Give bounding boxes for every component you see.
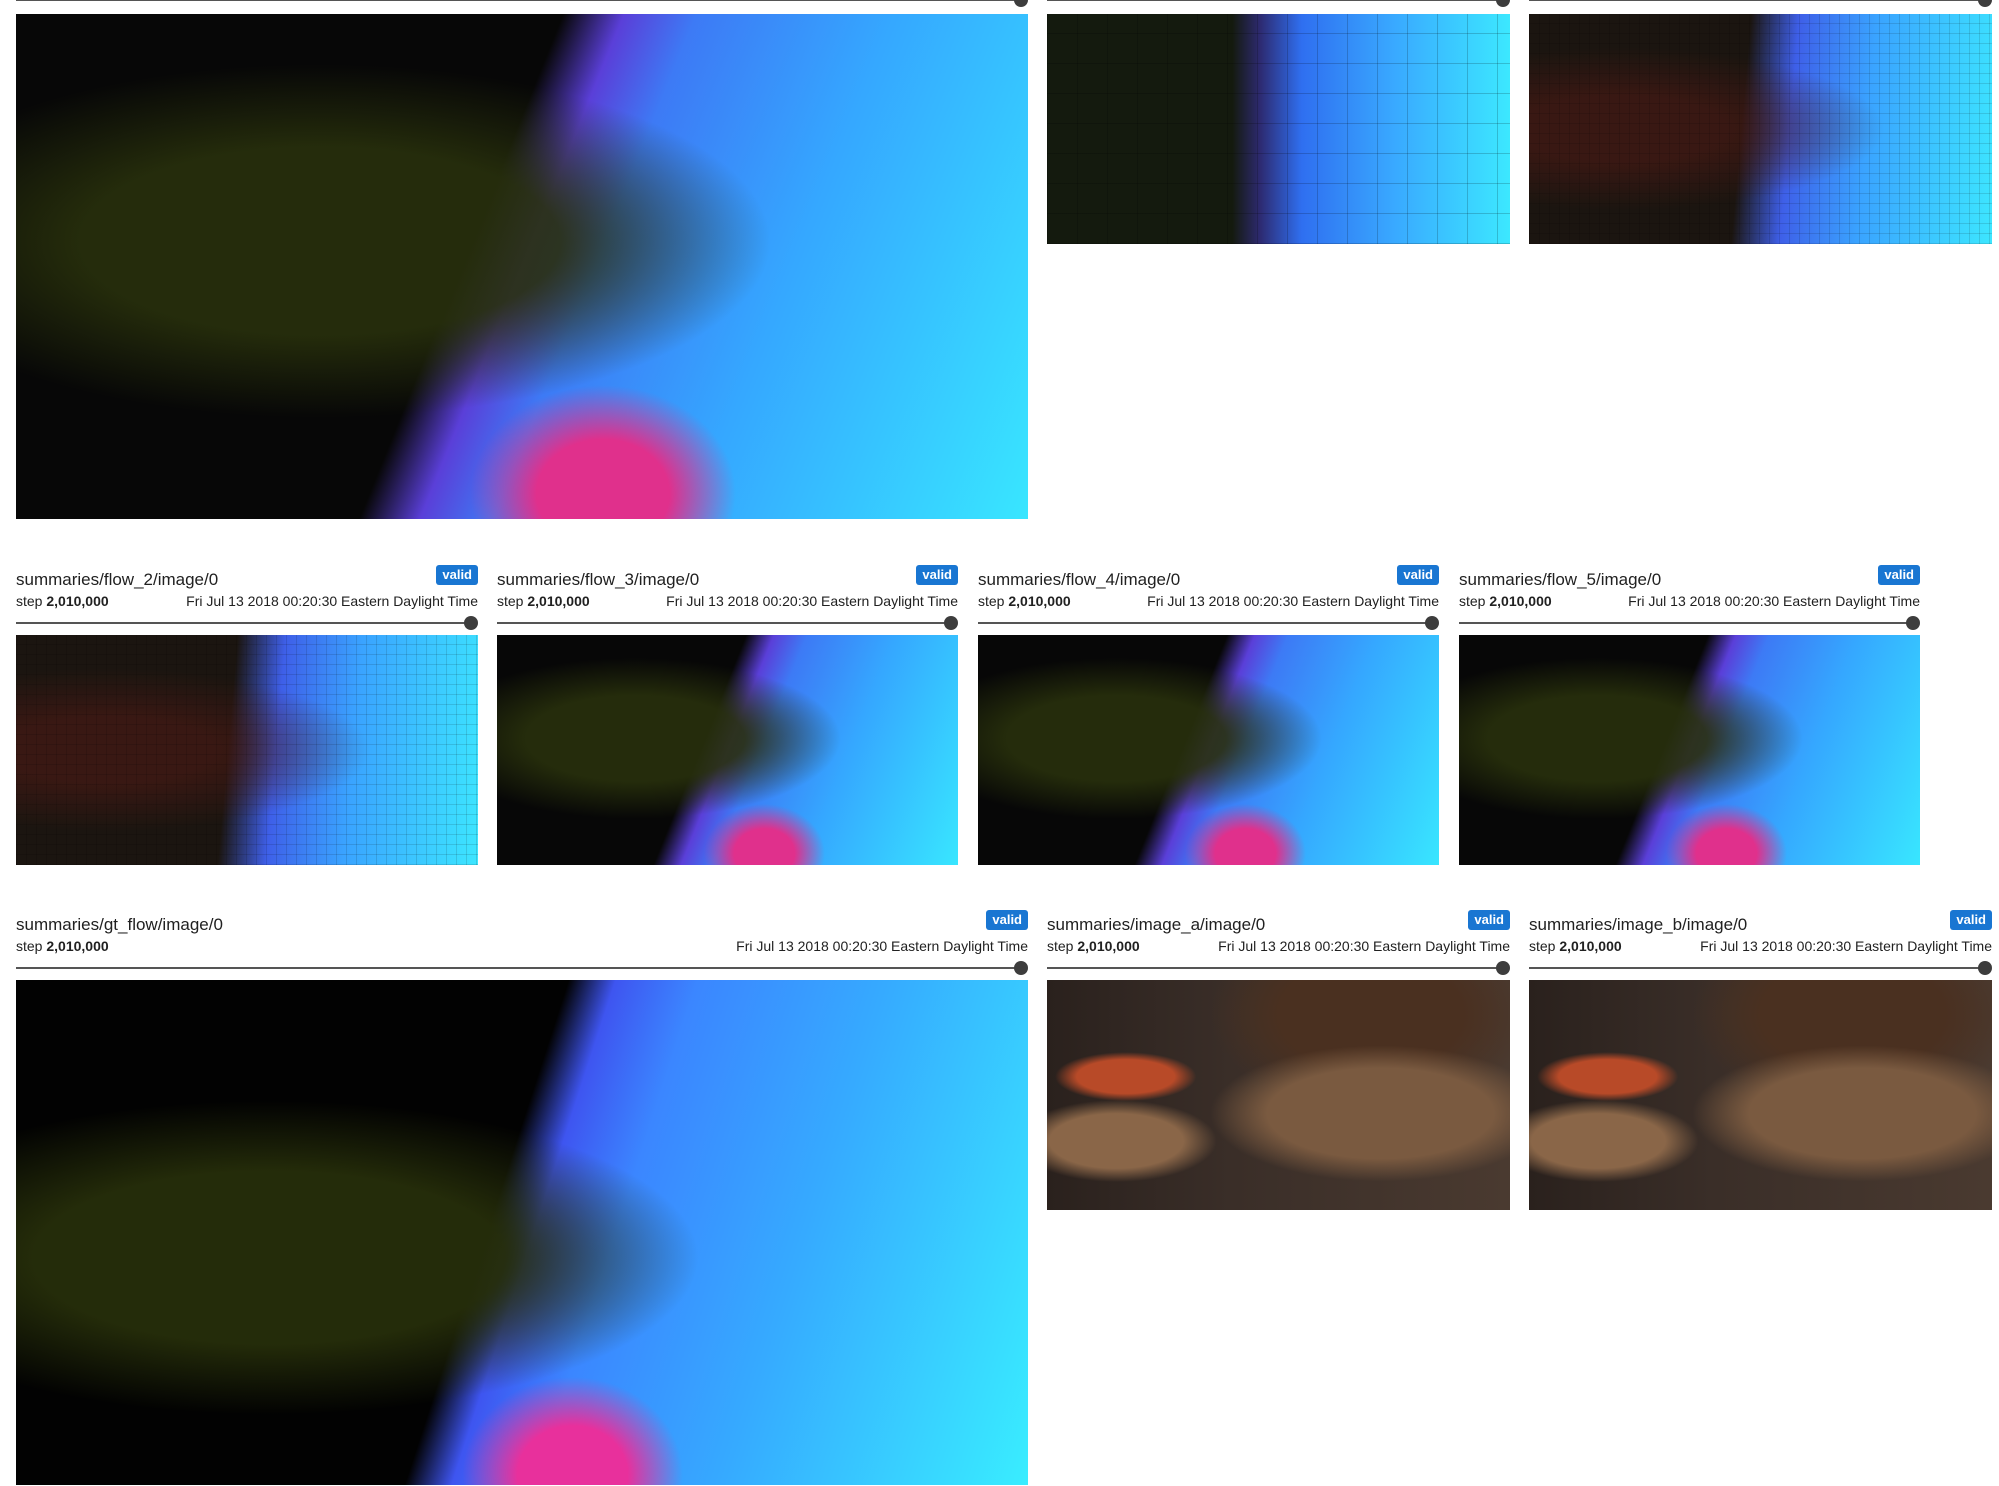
step-value: 2,010,000 <box>1077 938 1140 954</box>
flow-image <box>16 635 478 865</box>
card-title: summaries/flow_3/image/0 <box>497 570 700 589</box>
step-value: 2,010,000 <box>46 938 109 954</box>
slider-track <box>497 622 952 624</box>
slider-thumb[interactable] <box>464 616 478 630</box>
slider-track <box>1529 967 1986 969</box>
slider-thumb[interactable] <box>944 616 958 630</box>
slider-thumb[interactable] <box>1496 961 1510 975</box>
slider-thumb[interactable] <box>1906 616 1920 630</box>
slider-track <box>978 622 1433 624</box>
flow-image <box>1047 14 1510 244</box>
card-title: summaries/flow_5/image/0 <box>1459 570 1662 589</box>
step-label: step <box>16 938 43 954</box>
timestamp: Fri Jul 13 2018 00:20:30 Eastern Dayligh… <box>1700 938 1992 954</box>
step-value: 2,010,000 <box>1008 593 1071 609</box>
slider-thumb[interactable] <box>1496 0 1510 7</box>
step-value: 2,010,000 <box>46 593 109 609</box>
step-value: 2,010,000 <box>1559 938 1622 954</box>
slider-track <box>16 622 472 624</box>
step-info: step 2,010,000 <box>1459 592 1552 610</box>
step-slider[interactable] <box>16 0 1028 7</box>
flow-image <box>16 14 1028 519</box>
valid-badge: valid <box>1878 565 1920 585</box>
step-info: step 2,010,000 <box>16 937 109 955</box>
valid-badge: valid <box>1950 910 1992 930</box>
card-title: summaries/gt_flow/image/0 <box>16 915 223 934</box>
step-slider[interactable] <box>16 616 478 630</box>
slider-thumb[interactable] <box>1978 961 1992 975</box>
timestamp: Fri Jul 13 2018 00:20:30 Eastern Dayligh… <box>1628 593 1920 609</box>
step-slider[interactable] <box>497 616 958 630</box>
step-slider[interactable] <box>1047 0 1510 7</box>
card-gt-flow: summaries/gt_flow/image/0 valid step 2,0… <box>16 910 1028 1486</box>
slider-track <box>16 0 1022 1</box>
card-title: summaries/flow_4/image/0 <box>978 570 1181 589</box>
slider-thumb[interactable] <box>1014 0 1028 7</box>
step-slider[interactable] <box>1529 0 1992 7</box>
step-label: step <box>1459 593 1486 609</box>
card-flow-2: summaries/flow_2/image/0 valid step 2,01… <box>16 565 478 865</box>
timestamp: Fri Jul 13 2018 00:20:30 Eastern Dayligh… <box>666 593 958 609</box>
step-label: step <box>497 593 524 609</box>
step-info: step 2,010,000 <box>497 592 590 610</box>
step-label: step <box>978 593 1005 609</box>
frame-image <box>1529 980 1992 1210</box>
step-label: step <box>16 593 43 609</box>
card-flow-3: summaries/flow_3/image/0 valid step 2,01… <box>497 565 958 865</box>
valid-badge: valid <box>436 565 478 585</box>
step-slider[interactable] <box>978 616 1439 630</box>
slider-track <box>16 967 1022 969</box>
card-title: summaries/image_a/image/0 <box>1047 915 1266 934</box>
slider-thumb[interactable] <box>1978 0 1992 7</box>
card-image-b: summaries/image_b/image/0 valid step 2,0… <box>1529 910 1992 1210</box>
slider-track <box>1529 0 1986 1</box>
timestamp: Fri Jul 13 2018 00:20:30 Eastern Dayligh… <box>736 938 1028 954</box>
slider-track <box>1459 622 1914 624</box>
timestamp: Fri Jul 13 2018 00:20:30 Eastern Dayligh… <box>186 593 478 609</box>
step-info: step 2,010,000 <box>1529 937 1622 955</box>
card-flow-partial-1 <box>16 0 1028 520</box>
slider-thumb[interactable] <box>1014 961 1028 975</box>
step-slider[interactable] <box>1529 961 1992 975</box>
step-info: step 2,010,000 <box>978 592 1071 610</box>
valid-badge: valid <box>916 565 958 585</box>
timestamp: Fri Jul 13 2018 00:20:30 Eastern Dayligh… <box>1218 938 1510 954</box>
card-flow-4: summaries/flow_4/image/0 valid step 2,01… <box>978 565 1439 865</box>
flow-image <box>497 635 958 865</box>
valid-badge: valid <box>986 910 1028 930</box>
step-info: step 2,010,000 <box>1047 937 1140 955</box>
step-value: 2,010,000 <box>1489 593 1552 609</box>
card-image-a: summaries/image_a/image/0 valid step 2,0… <box>1047 910 1510 1210</box>
card-flow-5: summaries/flow_5/image/0 valid step 2,01… <box>1459 565 1920 865</box>
step-slider[interactable] <box>1047 961 1510 975</box>
card-title: summaries/flow_2/image/0 <box>16 570 219 589</box>
step-slider[interactable] <box>1459 616 1920 630</box>
slider-thumb[interactable] <box>1425 616 1439 630</box>
card-flow-partial-2 <box>1047 0 1510 245</box>
step-slider[interactable] <box>16 961 1028 975</box>
slider-track <box>1047 967 1504 969</box>
flow-image <box>978 635 1439 865</box>
valid-badge: valid <box>1468 910 1510 930</box>
valid-badge: valid <box>1397 565 1439 585</box>
step-info: step 2,010,000 <box>16 592 109 610</box>
card-flow-partial-3 <box>1529 0 1992 245</box>
flow-image <box>1459 635 1920 865</box>
card-title: summaries/image_b/image/0 <box>1529 915 1748 934</box>
slider-track <box>1047 0 1504 1</box>
timestamp: Fri Jul 13 2018 00:20:30 Eastern Dayligh… <box>1147 593 1439 609</box>
step-label: step <box>1047 938 1074 954</box>
step-value: 2,010,000 <box>527 593 590 609</box>
frame-image <box>1047 980 1510 1210</box>
step-label: step <box>1529 938 1556 954</box>
ground-truth-flow-image <box>16 980 1028 1485</box>
flow-image <box>1529 14 1992 244</box>
